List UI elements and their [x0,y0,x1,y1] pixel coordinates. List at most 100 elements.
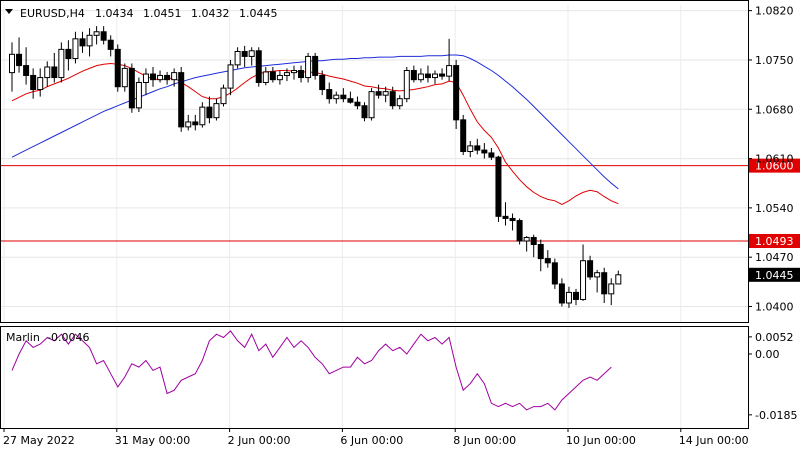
candle-body-down [312,55,319,76]
osc-tick-label: -0.0185 [755,409,797,422]
high-value: 1.0451 [143,7,182,20]
candle-body-up [262,71,269,83]
candle-body-down [347,98,354,103]
candle-body-up [565,291,572,304]
candle [368,88,375,121]
price-tick-label: 1.0470 [755,251,794,264]
candle-body-up [417,73,424,81]
resistance-2-label: 1.0493 [755,235,794,248]
candle [114,44,121,92]
candle [150,66,156,87]
candle [375,84,382,99]
candle [608,278,615,306]
candle [164,71,171,85]
candle [234,47,241,69]
candle-body-up [199,106,206,126]
time-tick-label: 2 Jun 00:00 [228,434,291,447]
candle-body-down [298,70,305,79]
candle-body-up [368,91,375,119]
candle [509,213,516,231]
candle [587,255,594,280]
candle-body-down [354,101,361,107]
candle-body-up [44,66,51,79]
candle [37,68,44,97]
grid [0,5,748,428]
candle [262,66,269,86]
candle-body-down [361,105,368,119]
triangle-down-icon[interactable] [5,9,13,14]
candle [460,114,467,156]
candle-body-down [460,119,467,153]
time-tick-label: 6 Jun 00:00 [340,434,403,447]
candle [354,96,361,110]
candle-body-down [601,272,608,295]
horizontal-levels: 1.06001.0493 [0,158,800,248]
price-tick-label: 1.0540 [755,202,794,215]
candle [580,244,587,301]
candle-body-down [65,48,72,60]
ma-red-line [11,62,619,205]
candle-body-up [220,87,227,105]
candle-body-down [269,71,276,81]
time-tick-label: 8 Jun 00:00 [453,434,516,447]
candle-body-down [114,48,121,88]
candle-body-up [467,145,474,153]
candle-body-up [432,73,438,79]
candle-body-down [502,215,509,219]
candle [213,98,220,121]
candle-body-down [23,65,30,76]
candle [502,202,509,226]
close-value: 1.0445 [239,7,278,20]
candle [291,65,297,80]
candle-body-up [608,283,615,295]
candle-body-down [128,67,135,109]
candle-body-up [227,64,234,89]
candle [361,102,368,122]
candle [255,47,262,87]
osc-tick-label: 0.0052 [755,331,794,344]
candle-body-up [403,70,410,100]
candle [565,286,572,308]
candle-body-down [474,145,481,151]
candle-body-up [291,70,297,74]
candle-body-up [234,50,241,66]
candle [241,45,248,67]
candle [467,140,474,158]
candle [403,66,410,103]
candle-body-down [551,262,558,285]
candle [276,70,283,85]
chart-header: EURUSD,H4 1.0434 1.0451 1.0432 1.0445 [5,7,278,20]
candle-body-up [283,72,290,76]
candle-body-up [142,73,149,83]
candle-body-down [544,258,551,264]
candle [248,47,255,66]
candle-body-down [241,50,248,57]
candle-body-down [587,260,594,278]
candle [171,68,178,87]
candle-body-up [305,55,312,79]
chart-root: 1.0600 1.0493 1.0820 1.0750 1.0680 1.0610 1.0… [0,0,807,452]
candle-body-up [248,50,255,57]
candle [551,258,558,289]
candle [44,61,51,87]
candle [417,68,424,83]
candle [530,234,537,258]
candle-body-up [185,121,192,128]
candle-body-up [9,53,15,74]
candle-body-down [150,73,156,81]
candle [312,52,319,80]
candle [601,267,608,303]
candle [298,65,305,83]
candles [9,26,622,308]
candle-body-down [375,91,382,96]
candle [65,40,72,71]
candle-body-up [58,48,65,79]
candle-body-up [86,34,93,47]
candle [199,102,206,128]
candle [558,278,565,307]
candle-body-down [530,236,537,246]
candle [474,138,481,155]
candle [537,239,544,272]
candle-body-down [481,149,488,154]
candle-body-down [509,217,516,222]
